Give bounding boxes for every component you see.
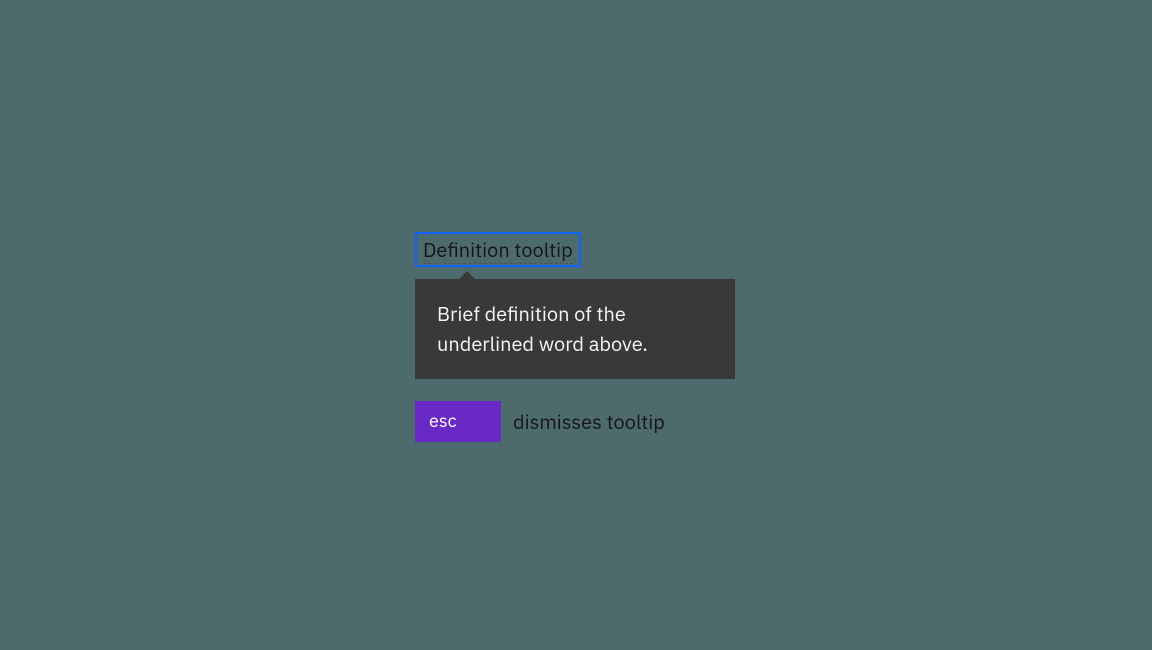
keyboard-hint-row: esc dismisses tooltip [415,401,735,442]
tooltip-caret-icon [459,271,475,279]
esc-key-badge: esc [415,401,501,442]
tooltip-demo-container: Definition tooltip Brief definition of t… [415,232,735,442]
definition-tooltip-trigger-focus-ring: Definition tooltip [415,232,581,267]
keyboard-hint-text: dismisses tooltip [513,408,665,435]
definition-tooltip-trigger[interactable]: Definition tooltip [423,236,573,264]
tooltip-content: Brief definition of the underlined word … [415,279,735,379]
tooltip-popover: Brief definition of the underlined word … [415,279,735,379]
